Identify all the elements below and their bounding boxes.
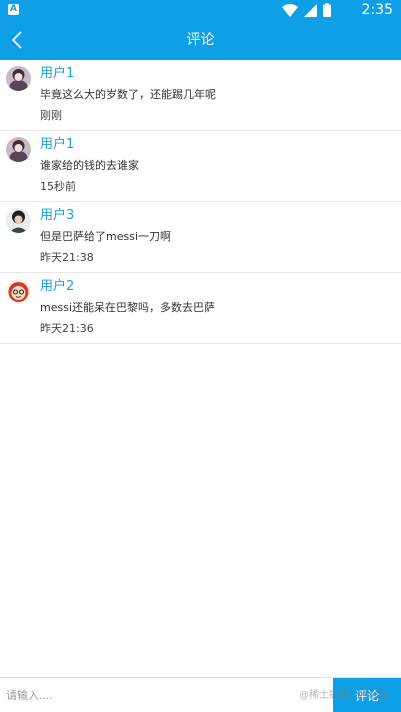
comment-item: 用户1 毕竟这么大的岁数了，还能踢几年呢 刚刚 bbox=[0, 60, 401, 131]
comment-time: 昨天21:38 bbox=[40, 251, 94, 264]
comment-username[interactable]: 用户1 bbox=[40, 137, 74, 153]
watermark: @稀土掘金技术社区 bbox=[299, 690, 389, 701]
battery-icon bbox=[323, 3, 331, 17]
avatar bbox=[6, 208, 31, 233]
comment-username[interactable]: 用户3 bbox=[40, 208, 74, 224]
avatar bbox=[6, 279, 31, 304]
comment-time: 刚刚 bbox=[40, 109, 62, 122]
comment-list: 用户1 毕竟这么大的岁数了，还能踢几年呢 刚刚 用户1 谁家给的钱的去谁家 15… bbox=[0, 60, 401, 344]
comment-item: 用户3 但是巴萨给了messi一刀啊 昨天21:38 bbox=[0, 202, 401, 273]
comment-content: messi还能呆在巴黎吗，多数去巴萨 bbox=[40, 301, 215, 314]
comment-input[interactable] bbox=[0, 678, 332, 712]
avatar bbox=[6, 137, 31, 162]
comment-username[interactable]: 用户2 bbox=[40, 279, 74, 295]
status-icons bbox=[282, 3, 331, 17]
comment-item: 用户1 谁家给的钱的去谁家 15秒前 bbox=[0, 131, 401, 202]
comment-content: 但是巴萨给了messi一刀啊 bbox=[40, 230, 172, 243]
app-bar: 评论 bbox=[0, 20, 401, 60]
comment-content: 谁家给的钱的去谁家 bbox=[40, 159, 139, 172]
status-time: 2:35 bbox=[361, 2, 393, 18]
comment-time: 15秒前 bbox=[40, 180, 76, 193]
signal-icon bbox=[304, 3, 317, 17]
notification-app-icon: A bbox=[8, 4, 19, 15]
wifi-icon bbox=[282, 3, 298, 17]
comment-time: 昨天21:36 bbox=[40, 322, 94, 335]
avatar bbox=[6, 66, 31, 91]
comment-username[interactable]: 用户1 bbox=[40, 66, 74, 82]
comment-content: 毕竟这么大的岁数了，还能踢几年呢 bbox=[40, 88, 216, 101]
comment-item: 用户2 messi还能呆在巴黎吗，多数去巴萨 昨天21:36 bbox=[0, 273, 401, 344]
status-bar: A 2:35 bbox=[0, 0, 401, 20]
page-title: 评论 bbox=[186, 32, 215, 48]
